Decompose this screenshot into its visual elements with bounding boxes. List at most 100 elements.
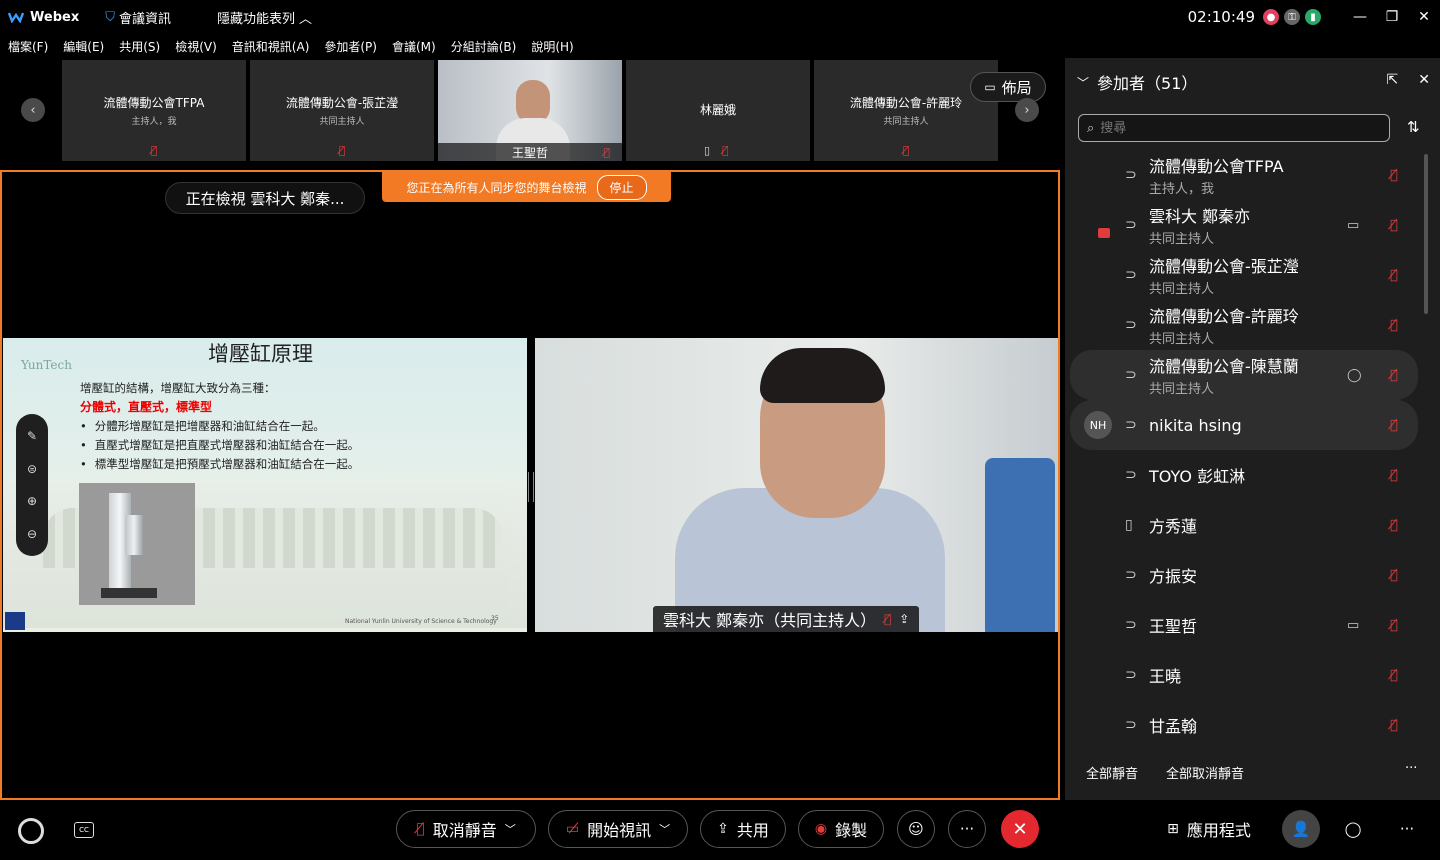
menu-breakout[interactable]: 分組討論(B) — [451, 38, 517, 55]
muted-mic-icon[interactable]: 🎙̸ — [1390, 368, 1398, 383]
menu-audio-video[interactable]: 音訊和視訊(A) — [232, 38, 310, 55]
muted-mic-icon[interactable]: 🎙̸ — [1390, 668, 1398, 683]
muted-mic-icon[interactable]: 🎙̸ — [1390, 218, 1398, 233]
muted-mic-icon: 🎙̸ — [338, 144, 346, 157]
chevron-down-icon: ﹀ — [504, 823, 516, 836]
more-options-button[interactable]: ··· — [948, 810, 986, 848]
slide-bullets: 分體形增壓缸是把增壓器和油缸結合在一起。 直壓式增壓缸是把直壓式增壓器和油缸結合… — [80, 418, 360, 475]
filmstrip-next-button[interactable]: › — [1015, 98, 1039, 122]
participant-row[interactable]: ⊃ 王曉 🎙̸ — [1070, 650, 1418, 700]
muted-mic-icon[interactable]: 🎙̸ — [1390, 618, 1398, 633]
filmstrip-tile[interactable]: 流體傳動公會-許麗玲 共同主持人 🎙̸ — [814, 60, 998, 161]
key-icon[interactable]: ⚿ — [1284, 9, 1300, 25]
participants-button[interactable]: 👤 — [1282, 810, 1320, 848]
participant-row[interactable]: ⊃ 王聖哲 ▭ 🎙̸ — [1070, 600, 1418, 650]
muted-mic-icon[interactable]: 🎙̸ — [1390, 268, 1398, 283]
hide-menu-bar-button[interactable]: 隱藏功能表列 ︿ — [217, 8, 312, 27]
filmstrip-tile[interactable]: 流體傳動公會TFPA 主持人，我 🎙̸ — [62, 60, 246, 161]
apps-label: 應用程式 — [1186, 821, 1251, 840]
participant-row[interactable]: ⊃ 雲科大 鄭秦亦 共同主持人 ▭ 🎙̸ — [1070, 200, 1418, 250]
slide-bullet: 標準型增壓缸是把預壓式增壓器和油缸結合在一起。 — [80, 456, 360, 472]
collapse-chevron-icon[interactable]: ﹀ — [1077, 74, 1089, 91]
minimize-button[interactable]: — — [1344, 9, 1376, 25]
apps-button[interactable]: ⊞ 應用程式 — [1150, 810, 1268, 848]
sort-icon[interactable]: ⇅ — [1407, 118, 1420, 136]
unmute-button[interactable]: 🎙̸ 取消靜音 ﹀ — [396, 810, 536, 848]
muted-mic-icon[interactable]: 🎙̸ — [1390, 418, 1398, 433]
participant-row[interactable]: NH ⊃ nikita hsing 🎙̸ — [1070, 400, 1418, 450]
panel-more-button[interactable]: ··· — [1405, 761, 1417, 776]
video-speaker-name: 雲科大 鄭秦亦（共同主持人） — [663, 611, 877, 630]
close-panel-icon[interactable]: ✕ — [1418, 72, 1430, 88]
muted-mic-icon[interactable]: 🎙̸ — [1390, 718, 1398, 733]
muted-mic-icon[interactable]: 🎙̸ — [1390, 168, 1398, 183]
participant-role: 共同主持人 — [1149, 382, 1215, 397]
slide-corner-logo — [5, 612, 25, 630]
avatar: NH — [1084, 411, 1112, 439]
tile-role: 主持人，我 — [131, 117, 177, 127]
participant-role: 主持人，我 — [1149, 182, 1215, 197]
split-resize-handle[interactable] — [528, 472, 534, 502]
participant-row[interactable]: ⊃ 流體傳動公會TFPA 主持人，我 🎙̸ — [1070, 150, 1418, 200]
participant-row[interactable]: ⊃ 流體傳動公會-張芷瀅 共同主持人 🎙̸ — [1070, 250, 1418, 300]
reactions-button[interactable]: ☺ — [897, 810, 935, 848]
speaker-video: 雲科大 鄭秦亦（共同主持人） 🎙̸ ⇪ — [535, 338, 1058, 632]
filmstrip-tile[interactable]: 流體傳動公會-張芷瀅 共同主持人 🎙̸ — [250, 60, 434, 161]
filmstrip-video-tile[interactable]: 王聖哲 🎙̸ — [438, 60, 622, 161]
tile-name: 流體傳動公會-張芷瀅 — [285, 96, 399, 110]
meeting-info-button[interactable]: ⛉ 會議資訊 — [105, 8, 171, 27]
webex-assistant-icon[interactable] — [18, 818, 44, 844]
filmstrip-prev-button[interactable]: ‹ — [21, 98, 45, 122]
muted-mic-icon[interactable]: 🎙̸ — [1390, 468, 1398, 483]
participant-row[interactable]: ⊃ 流體傳動公會-陳慧蘭 共同主持人 ◯ 🎙̸ — [1070, 350, 1418, 400]
viewing-indicator[interactable]: 正在檢視 雲科大 鄭秦... — [165, 182, 365, 214]
network-health-icon[interactable]: ▮ — [1305, 9, 1321, 25]
menu-participants[interactable]: 參加者(P) — [324, 38, 377, 55]
layout-button[interactable]: ▭ 佈局 — [970, 72, 1046, 102]
menu-file[interactable]: 檔案(F) — [8, 38, 48, 55]
muted-mic-icon[interactable]: 🎙̸ — [1390, 318, 1398, 333]
chat-button[interactable]: ◯ — [1334, 810, 1372, 848]
muted-mic-icon[interactable]: 🎙̸ — [1390, 518, 1398, 533]
booster-cylinder-photo — [79, 483, 195, 605]
share-button[interactable]: ⇪ 共用 — [700, 810, 786, 848]
menu-edit[interactable]: 編輯(E) — [63, 38, 104, 55]
zoom-in-icon[interactable]: ⊕ — [27, 494, 37, 508]
recording-status-icon[interactable]: ● — [1263, 9, 1279, 25]
pop-out-icon[interactable]: ⇪ — [899, 612, 909, 626]
end-call-button[interactable]: ✕ — [1001, 810, 1039, 848]
close-window-button[interactable]: ✕ — [1408, 9, 1440, 25]
annotate-icon[interactable]: ✎ — [27, 429, 37, 443]
menu-view[interactable]: 檢視(V) — [175, 38, 217, 55]
restore-button[interactable]: ❐ — [1376, 9, 1408, 25]
menu-meeting[interactable]: 會議(M) — [392, 38, 436, 55]
participant-list-scrollbar[interactable] — [1424, 154, 1428, 314]
muted-mic-icon: 🎙̸ — [722, 144, 729, 157]
zoom-out-icon[interactable]: ⊖ — [27, 527, 37, 541]
record-button[interactable]: ◉ 錄製 — [798, 810, 884, 848]
closed-captions-icon[interactable]: CC — [74, 822, 94, 838]
menu-help[interactable]: 說明(H) — [531, 38, 573, 55]
participant-row[interactable]: ⊃ 甘孟翰 🎙̸ — [1070, 700, 1418, 750]
muted-mic-icon[interactable]: 🎙̸ — [1390, 568, 1398, 583]
participant-row[interactable]: ⊃ 方振安 🎙̸ — [1070, 550, 1418, 600]
video-camera-icon: ▭ — [1347, 617, 1360, 633]
search-input[interactable] — [1100, 120, 1361, 136]
filmstrip-tile[interactable]: 林麗娥 ▯ 🎙̸ — [626, 60, 810, 161]
participant-row[interactable]: ⊃ TOYO 彭虹淋 🎙̸ — [1070, 450, 1418, 500]
webex-logo-icon — [8, 12, 24, 23]
stop-sync-button[interactable]: 停止 — [596, 174, 647, 200]
participant-row[interactable]: ⊃ 流體傳動公會-許麗玲 共同主持人 🎙̸ — [1070, 300, 1418, 350]
tile-role: 共同主持人 — [319, 117, 365, 127]
fit-icon[interactable]: ⊜ — [27, 462, 37, 476]
menu-share[interactable]: 共用(S) — [119, 38, 160, 55]
start-video-button[interactable]: ▭̸ 開始視訊 ﹀ — [548, 810, 688, 848]
audio-icon: ⊃ — [1125, 317, 1137, 333]
slide-logo: YunTech — [21, 358, 72, 372]
mute-all-button[interactable]: 全部靜音 — [1086, 763, 1138, 782]
participant-row[interactable]: ▯ 方秀蓮 🎙̸ — [1070, 500, 1418, 550]
unmute-all-button[interactable]: 全部取消靜音 — [1166, 763, 1244, 782]
chat-icon[interactable]: ◯ — [1347, 368, 1362, 383]
more-right-button[interactable]: ··· — [1388, 810, 1426, 848]
pop-out-panel-icon[interactable]: ⇱ — [1387, 72, 1399, 88]
